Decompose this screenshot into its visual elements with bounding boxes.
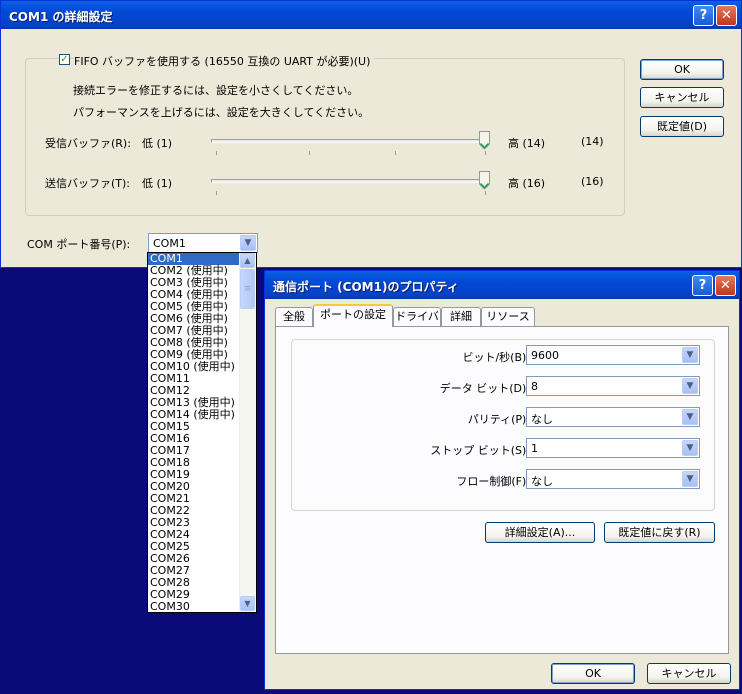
close-button[interactable]: ✕	[716, 5, 737, 26]
field-value: 9600	[531, 349, 559, 362]
transmit-tick	[485, 191, 486, 195]
close-button[interactable]: ✕	[715, 275, 736, 296]
defaults-button[interactable]: 既定値(D)	[640, 116, 724, 137]
field-label: ストップ ビット(S):	[430, 444, 530, 457]
transmit-low-label: 低 (1)	[142, 177, 173, 190]
advanced-dialog-title: COM1 の詳細設定	[9, 10, 113, 24]
transmit-tick	[216, 191, 217, 195]
receive-tick	[485, 151, 486, 155]
receive-current-value: (14)	[581, 135, 604, 148]
com-port-label: COM ポート番号(P):	[27, 238, 131, 251]
scroll-down-button[interactable]: ▼	[240, 596, 255, 611]
tab-general[interactable]: 全般	[275, 307, 313, 327]
field-select[interactable]: 8 ▼	[526, 376, 700, 396]
receive-slider-track	[211, 139, 489, 143]
properties-dialog-title: 通信ポート (COM1)のプロパティ	[273, 280, 459, 294]
transmit-high-label: 高 (16)	[508, 177, 546, 190]
field-select[interactable]: 1 ▼	[526, 438, 700, 458]
field-select[interactable]: なし ▼	[526, 407, 700, 427]
chevron-down-icon[interactable]: ▼	[682, 471, 698, 487]
fifo-checkbox-label[interactable]: FIFO バッファを使用する (16550 互換の UART が必要)(U)	[74, 53, 375, 69]
chevron-down-icon[interactable]: ▼	[682, 409, 698, 425]
hint-errors-text: 接続エラーを修正するには、設定を小さくしてください。	[73, 84, 359, 97]
transmit-slider-track	[211, 179, 489, 183]
receive-slider-thumb[interactable]	[479, 131, 490, 150]
com-port-option[interactable]: COM30	[148, 601, 239, 613]
port-settings-panel: ビット/秒(B): 9600 ▼ データ ビット(D): 8 ▼ パリティ(P): なし ▼ スト…	[275, 326, 729, 654]
com-port-value: COM1	[153, 237, 186, 250]
chevron-down-icon[interactable]: ▼	[240, 235, 256, 251]
com-port-items: COM1 COM2 (使用中) COM3 (使用中) COM4 (使用中) COM5 (…	[148, 253, 239, 613]
advanced-settings-button[interactable]: 詳細設定(A)...	[485, 522, 595, 543]
hint-performance-text: パフォーマンスを上げるには、設定を大きくしてください。	[73, 106, 370, 119]
scroll-up-button[interactable]: ▲	[240, 253, 255, 268]
com-port-dropdown-list[interactable]: COM1 COM2 (使用中) COM3 (使用中) COM4 (使用中) COM5 (…	[147, 252, 257, 613]
field-value: 8	[531, 380, 538, 393]
advanced-settings-dialog: COM1 の詳細設定 ? ✕ ✓ FIFO バッファを使用する (16550 互…	[0, 0, 742, 268]
receive-tick	[216, 151, 217, 155]
ok-button[interactable]: OK	[551, 663, 635, 684]
tab-driver[interactable]: ドライバ	[393, 307, 441, 327]
ok-button[interactable]: OK	[640, 59, 724, 80]
field-label: ビット/秒(B):	[462, 351, 530, 364]
receive-buffer-slider[interactable]	[209, 129, 499, 157]
cancel-button[interactable]: キャンセル	[647, 663, 731, 684]
field-label: データ ビット(D):	[439, 382, 530, 395]
transmit-buffer-label: 送信バッファ(T):	[45, 177, 131, 190]
field-value: なし	[531, 475, 553, 488]
receive-high-label: 高 (14)	[508, 137, 546, 150]
tab-details[interactable]: 詳細	[441, 307, 481, 327]
field-label: パリティ(P):	[467, 413, 530, 426]
tab-strip: 全般 ポートの設定 ドライバ 詳細 リソース	[275, 304, 735, 327]
receive-tick	[395, 151, 396, 155]
fifo-checkbox[interactable]: ✓	[59, 54, 70, 65]
transmit-slider-thumb[interactable]	[479, 171, 490, 190]
com-port-select[interactable]: COM1 ▼	[148, 233, 258, 253]
scroll-thumb[interactable]: ≡	[240, 269, 255, 309]
restore-defaults-button[interactable]: 既定値に戻す(R)	[604, 522, 715, 543]
properties-dialog-titlebar[interactable]: 通信ポート (COM1)のプロパティ ? ✕	[265, 271, 739, 299]
advanced-dialog-titlebar[interactable]: COM1 の詳細設定 ? ✕	[1, 1, 741, 29]
help-button[interactable]: ?	[692, 275, 713, 296]
field-value: 1	[531, 442, 538, 455]
field-label: フロー制御(F):	[456, 475, 530, 488]
dropdown-scrollbar[interactable]: ▲ ≡ ▼	[239, 253, 256, 612]
chevron-down-icon[interactable]: ▼	[682, 378, 698, 394]
transmit-current-value: (16)	[581, 175, 604, 188]
help-button[interactable]: ?	[693, 5, 714, 26]
field-select[interactable]: なし ▼	[526, 469, 700, 489]
field-value: なし	[531, 413, 553, 426]
tab-resources[interactable]: リソース	[481, 307, 535, 327]
tab-port-settings[interactable]: ポートの設定	[313, 304, 393, 327]
transmit-buffer-slider[interactable]	[209, 169, 499, 197]
field-select[interactable]: 9600 ▼	[526, 345, 700, 365]
receive-low-label: 低 (1)	[142, 137, 173, 150]
port-properties-dialog: 通信ポート (COM1)のプロパティ ? ✕ 全般 ポートの設定 ドライバ 詳細…	[264, 270, 740, 690]
cancel-button[interactable]: キャンセル	[640, 87, 724, 108]
chevron-down-icon[interactable]: ▼	[682, 347, 698, 363]
chevron-down-icon[interactable]: ▼	[682, 440, 698, 456]
receive-tick	[309, 151, 310, 155]
receive-buffer-label: 受信バッファ(R):	[45, 137, 131, 150]
